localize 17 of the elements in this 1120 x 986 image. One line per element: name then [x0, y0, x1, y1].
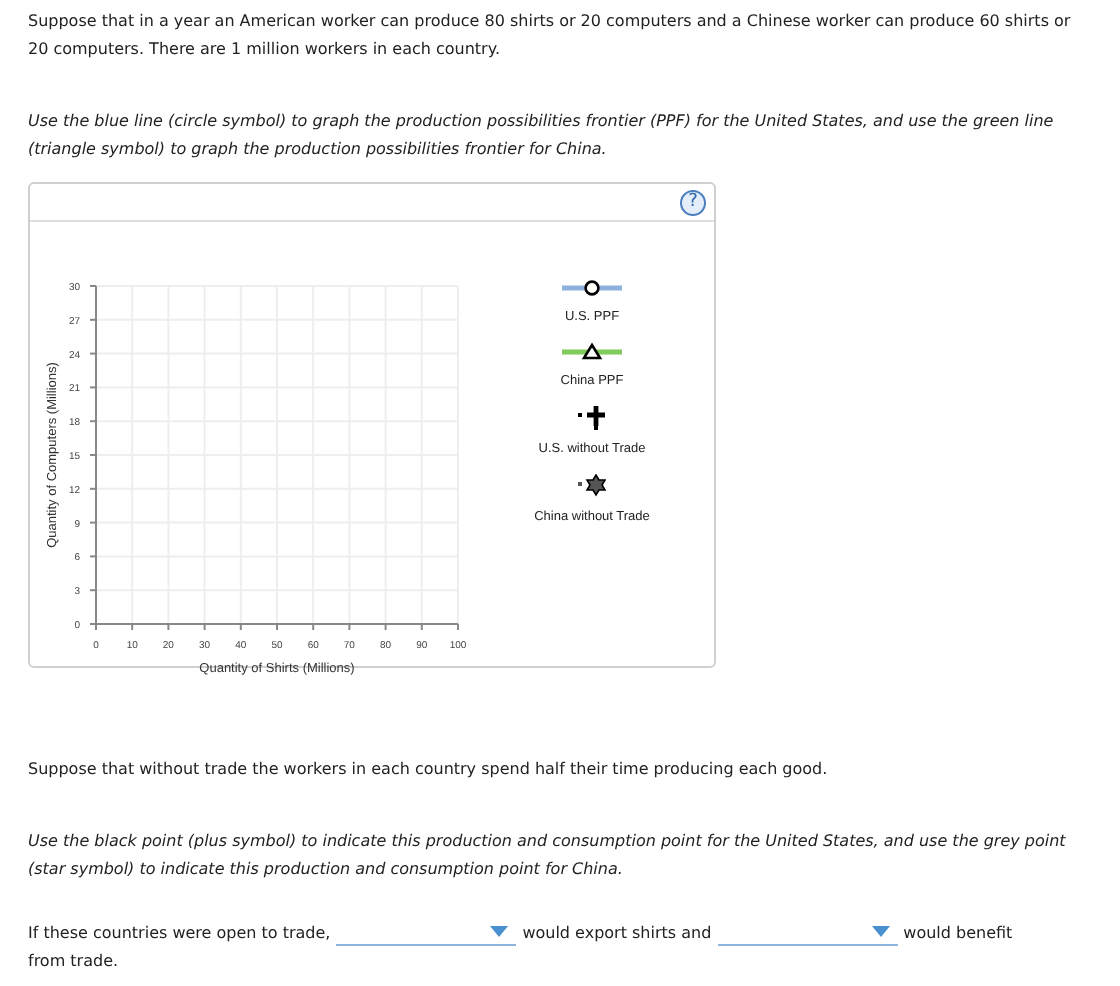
question-text: would benefit [903, 922, 1013, 946]
caret-icon [871, 926, 890, 938]
question-text: If these countries were open to trade, [28, 922, 331, 946]
scenario-text: Suppose that without trade the workers in each country spend half their time producing each good. [28, 758, 830, 782]
question-text: from trade. [28, 950, 119, 974]
answer-dropdown[interactable] [717, 926, 898, 946]
caret-icon [490, 926, 509, 938]
problem-text: Suppose that in a year an American worker can produce 80 shirts or 20 computers and a Chinese worker can produce 60 shirts or 20 computers. There are 1 million workers in each country. [28, 10, 1073, 62]
plus-point-tool-icon[interactable] [577, 406, 606, 430]
line-triangle-tool-icon[interactable] [562, 342, 622, 362]
instruction-text: Use the black point (plus symbol) to indicate this production and consumption point for the United States, and use the grey point (star symbol) to indicate this production and consumption point for China. [28, 830, 1068, 882]
answer-dropdown[interactable] [336, 926, 517, 946]
question-text: would export shirts and [522, 922, 712, 946]
line-circle-tool-icon[interactable] [562, 278, 622, 298]
star-point-tool-icon[interactable] [578, 474, 606, 498]
instruction-text: Use the blue line (circle symbol) to graph the production possibilities frontier (PPF) for the United States, and use the green line (triangle symbol) to graph the production possibilities frontier for China. [28, 110, 1056, 162]
help-button[interactable]: ? [680, 189, 706, 215]
